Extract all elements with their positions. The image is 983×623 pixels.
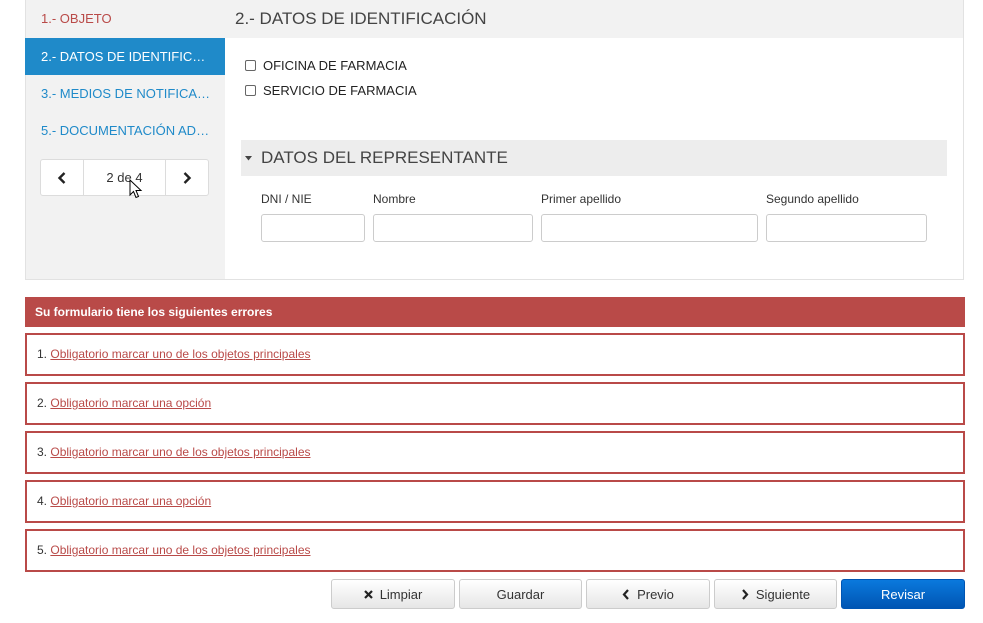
sidebar-item-objeto[interactable]: 1.- OBJETO (25, 0, 225, 37)
error-item: 4. Obligatorio marcar una opción (25, 480, 965, 523)
checkbox-label: OFICINA DE FARMACIA (263, 58, 407, 73)
review-button-label: Revisar (880, 586, 926, 602)
segundo-apellido-label: Segundo apellido (766, 192, 859, 206)
error-number: 5. (37, 543, 48, 557)
chevron-right-icon (183, 171, 192, 184)
nombre-input[interactable] (373, 214, 533, 242)
pager-next-button[interactable] (165, 160, 208, 195)
error-link[interactable]: Obligatorio marcar una opción (50, 396, 211, 410)
sidebar-item-datos-identificacion[interactable]: 2.- DATOS DE IDENTIFICACIÓN (25, 38, 225, 75)
checkbox-row-servicio[interactable]: SERVICIO DE FARMACIA (245, 83, 417, 98)
chevron-right-icon (741, 588, 749, 600)
error-item: 1. Obligatorio marcar uno de los objetos… (25, 333, 965, 376)
error-item: 2. Obligatorio marcar una opción (25, 382, 965, 425)
chevron-left-icon (622, 588, 630, 600)
oficina-farmacia-checkbox[interactable] (245, 60, 256, 71)
error-link[interactable]: Obligatorio marcar uno de los objetos pr… (50, 445, 310, 459)
checkbox-row-oficina[interactable]: OFICINA DE FARMACIA (245, 58, 407, 73)
save-button[interactable]: Guardar (459, 579, 582, 609)
error-number: 1. (37, 347, 48, 361)
dni-label: DNI / NIE (261, 192, 312, 206)
chevron-left-icon (57, 171, 66, 184)
primer-apellido-input[interactable] (541, 214, 758, 242)
next-button[interactable]: Siguiente (714, 579, 837, 609)
sidebar-item-documentacion-adicional[interactable]: 5.- DOCUMENTACIÓN ADICIONAL (25, 112, 225, 149)
representative-section-header[interactable]: DATOS DEL REPRESENTANTE (241, 140, 947, 176)
primer-apellido-label: Primer apellido (541, 192, 622, 206)
save-button-label: Guardar (496, 586, 545, 602)
checkbox-label: SERVICIO DE FARMACIA (263, 83, 417, 98)
pager-prev-button[interactable] (41, 160, 84, 195)
main-content: 2.- DATOS DE IDENTIFICACIÓN OFICINA DE F… (225, 0, 963, 279)
review-button[interactable]: Revisar (841, 579, 965, 609)
error-number: 3. (37, 445, 48, 459)
previous-button-label: Previo (637, 586, 674, 602)
error-item: 5. Obligatorio marcar uno de los objetos… (25, 529, 965, 572)
error-summary-header: Su formulario tiene los siguientes error… (25, 297, 965, 327)
error-item: 3. Obligatorio marcar uno de los objetos… (25, 431, 965, 474)
error-link[interactable]: Obligatorio marcar una opción (50, 494, 211, 508)
previous-button[interactable]: Previo (586, 579, 710, 609)
error-link[interactable]: Obligatorio marcar uno de los objetos pr… (50, 347, 310, 361)
error-number: 2. (37, 396, 48, 410)
nombre-label: Nombre (373, 192, 416, 206)
segundo-apellido-input[interactable] (766, 214, 927, 242)
pager-info: 2 de 4 (106, 170, 143, 185)
error-number: 4. (37, 494, 48, 508)
error-link[interactable]: Obligatorio marcar uno de los objetos pr… (50, 543, 310, 557)
clear-button[interactable]: Limpiar (331, 579, 455, 609)
next-button-label: Siguiente (755, 586, 811, 602)
mouse-cursor-icon (129, 179, 143, 199)
step-pager: 2 de 4 (40, 159, 209, 196)
representative-title: DATOS DEL REPRESENTANTE (261, 148, 508, 167)
servicio-farmacia-checkbox[interactable] (245, 85, 256, 96)
step-sidebar: 1.- OBJETO 2.- DATOS DE IDENTIFICACIÓN 3… (25, 0, 225, 280)
close-icon (363, 589, 373, 599)
sidebar-item-medios-notificacion[interactable]: 3.- MEDIOS DE NOTIFICACIÓN (25, 75, 225, 112)
caret-down-icon (245, 155, 252, 160)
section-title: 2.- DATOS DE IDENTIFICACIÓN (225, 0, 963, 38)
clear-button-label: Limpiar (379, 586, 423, 602)
dni-input[interactable] (261, 214, 365, 242)
